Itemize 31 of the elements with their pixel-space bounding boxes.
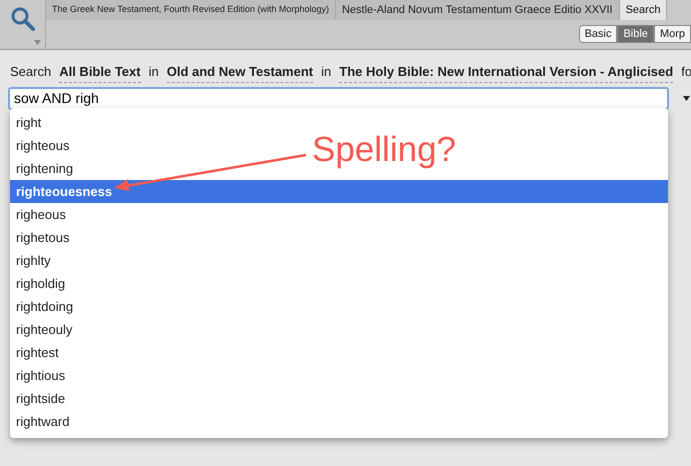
suggestion-item[interactable]: righetous xyxy=(16,228,70,248)
tab[interactable]: Search xyxy=(620,0,668,20)
caret-icon[interactable] xyxy=(683,96,690,100)
caret-icon xyxy=(34,40,41,45)
annotation-text: Spelling? xyxy=(312,130,456,170)
suggestion-item[interactable]: righteous xyxy=(16,136,70,156)
suggestion-item[interactable]: rightening xyxy=(16,158,74,178)
tab[interactable]: Nestle-Aland Novum Testamentum Graece Editio XXVII xyxy=(336,0,620,20)
suggestion-item[interactable]: righlty xyxy=(16,250,51,270)
search-label: Search xyxy=(10,63,52,81)
suggestion-item[interactable]: righteouesness xyxy=(16,182,112,202)
scope-dropdown[interactable]: The Holy Bible: New International Version - Anglicised xyxy=(339,62,674,82)
search-label: in xyxy=(148,63,159,81)
suggestion-item[interactable]: righeous xyxy=(16,204,66,224)
suggestion-item[interactable]: rightdoing xyxy=(16,296,74,316)
search-label: in xyxy=(321,63,332,81)
mode-button[interactable]: Bible xyxy=(617,25,654,43)
mode-button[interactable]: Morp xyxy=(654,25,691,43)
suggestion-item[interactable]: rightest xyxy=(16,342,59,362)
search-field[interactable]: sow AND righ xyxy=(8,86,669,110)
suggestion-item[interactable]: righoldig xyxy=(16,274,66,294)
suggestion-item[interactable]: rightward xyxy=(16,412,70,432)
suggestion-item[interactable]: rightside xyxy=(16,388,66,408)
suggestion-item[interactable]: right xyxy=(16,112,42,132)
suggestion-item[interactable]: righteouly xyxy=(16,320,72,340)
suggestion-item[interactable]: rightious xyxy=(16,366,66,386)
search-icon xyxy=(10,6,36,32)
scope-dropdown[interactable]: All Bible Text xyxy=(59,62,141,82)
scope-dropdown[interactable]: Old and New Testament xyxy=(166,62,314,82)
tab[interactable]: The Greek New Testament, Fourth Revised Edition (with Morphology) xyxy=(46,0,336,20)
mode-button[interactable]: Basic xyxy=(578,25,618,43)
